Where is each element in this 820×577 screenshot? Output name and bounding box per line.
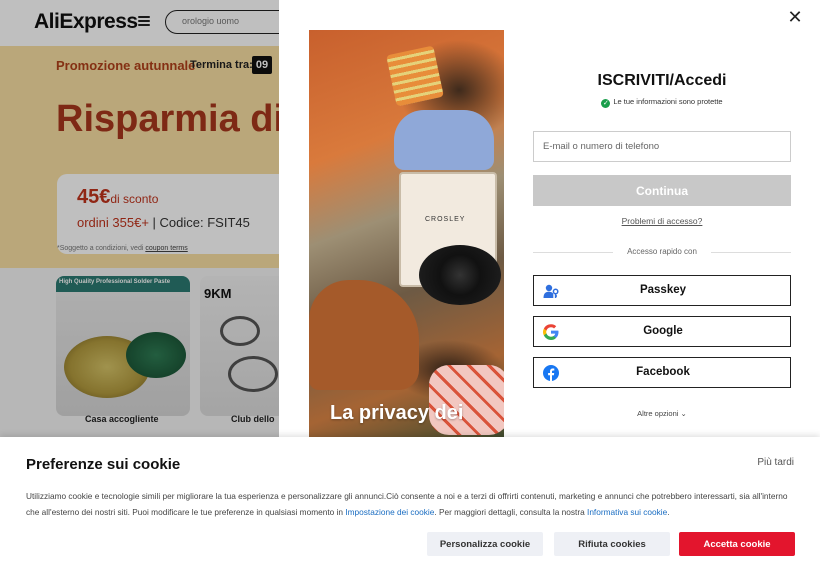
cookie-settings-link[interactable]: Impostazione dei cookie bbox=[345, 507, 434, 517]
cookie-policy-link[interactable]: Informativa sui cookie bbox=[587, 507, 667, 517]
later-link[interactable]: Più tardi bbox=[757, 457, 794, 468]
passkey-button[interactable]: Passkey bbox=[533, 275, 791, 306]
email-field[interactable] bbox=[533, 131, 791, 162]
facebook-button[interactable]: Facebook bbox=[533, 357, 791, 388]
reject-cookies-button[interactable]: Rifiuta cookies bbox=[554, 532, 670, 556]
customize-cookies-button[interactable]: Personalizza cookie bbox=[427, 532, 543, 556]
passkey-label: Passkey bbox=[639, 284, 687, 296]
facebook-label: Facebook bbox=[636, 366, 690, 378]
auth-panel: ISCRIVITI/Accedi ✓ Le tue informazioni so… bbox=[533, 0, 791, 440]
accept-cookies-button[interactable]: Accetta cookie bbox=[679, 532, 795, 556]
cookie-description: Utilizziamo cookie e tecnologie simili p… bbox=[26, 491, 788, 517]
google-label: Google bbox=[643, 325, 683, 337]
continue-button[interactable]: Continua bbox=[533, 175, 791, 206]
secure-note: ✓ Le tue informazioni sono protette bbox=[601, 97, 723, 108]
google-button[interactable]: Google bbox=[533, 316, 791, 347]
vinyl-record-image bbox=[419, 245, 501, 305]
cookie-title: Preferenze sui cookie bbox=[26, 456, 181, 473]
auth-title: ISCRIVITI/Accedi bbox=[597, 72, 727, 89]
shield-check-icon: ✓ bbox=[601, 99, 611, 108]
turntable-brand: CROSLEY bbox=[425, 216, 466, 223]
quick-access-divider: Accesso rapido con bbox=[533, 247, 791, 257]
promo-photo: CROSLEY La privacy dei bbox=[309, 30, 504, 440]
pillow-image bbox=[386, 45, 444, 107]
photo-caption: La privacy dei bbox=[330, 402, 464, 424]
person-image bbox=[309, 280, 419, 390]
more-options-link[interactable]: Altre opzioni ⌄ bbox=[533, 409, 791, 418]
login-modal: ✕ CROSLEY La privacy dei ISCRIVITI/Acced… bbox=[279, 0, 820, 440]
access-problems-link[interactable]: Problemi di accesso? bbox=[533, 216, 791, 226]
cookie-banner: Preferenze sui cookie Più tardi Utilizzi… bbox=[0, 437, 820, 577]
person-image bbox=[394, 110, 494, 170]
